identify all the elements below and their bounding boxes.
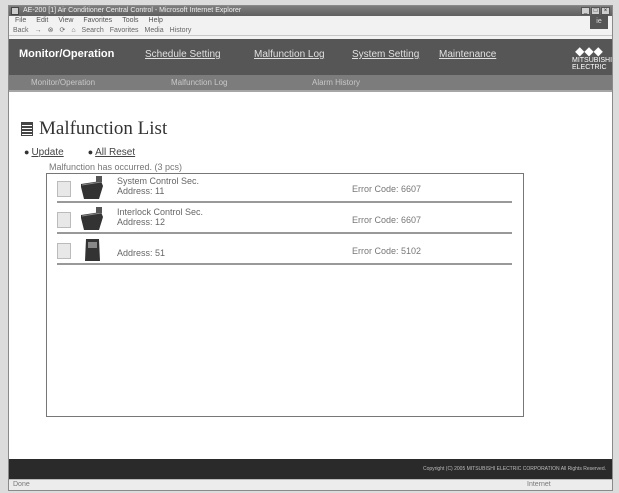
unit-name: Interlock Control Sec. Address: 12 [117,207,204,227]
stop-button[interactable]: ⊗ [48,25,54,35]
remote-controller-icon [85,239,100,261]
malfunction-row[interactable]: System Control Sec. Address: 11 Error Cod… [57,174,512,203]
menu-tools[interactable]: Tools [122,16,138,25]
browser-icon [11,7,19,15]
search-button[interactable]: Search [82,25,104,35]
list-icon [21,122,33,136]
page-footer: Copyright (C) 2005 MITSUBISHI ELECTRIC C… [9,459,612,479]
copyright-text: Copyright (C) 2005 MITSUBISHI ELECTRIC C… [422,466,606,472]
error-code: Error Code: 6607 [352,184,422,194]
action-links: ● Update ● All Reset [24,147,135,158]
all-reset-link[interactable]: All Reset [95,147,135,158]
malfunction-row[interactable]: Address: 51 Error Code: 5102 [57,236,512,265]
indoor-unit-icon [81,207,103,230]
update-link[interactable]: Update [31,147,63,158]
subnav-item-alarm-history[interactable]: Alarm History [312,78,360,87]
minimize-button[interactable]: _ [581,7,590,15]
browser-logo-icon: ie [590,15,608,29]
status-text: Done [13,481,30,488]
error-code: Error Code: 6607 [352,215,422,225]
row-select-checkbox[interactable] [57,243,71,259]
malfunction-row[interactable]: Interlock Control Sec. Address: 12 Error … [57,205,512,234]
page-heading: Malfunction List [21,118,167,140]
nav-link-malfunction-log[interactable]: Malfunction Log [254,49,325,60]
favorites-button[interactable]: Favorites [110,25,139,35]
status-bar: Done Internet [9,479,612,490]
window-buttons: _ □ × [581,7,610,15]
menu-edit[interactable]: Edit [36,16,48,25]
media-button[interactable]: Media [145,25,164,35]
home-button[interactable]: ⌂ [71,25,75,35]
error-code: Error Code: 5102 [352,246,422,256]
logo-text: MITSUBISHI ELECTRIC [572,57,613,71]
malfunction-list[interactable]: System Control Sec. Address: 11 Error Cod… [46,173,524,417]
refresh-button[interactable]: ⟳ [59,25,65,35]
maximize-button[interactable]: □ [591,7,600,15]
menu-file[interactable]: File [15,16,26,25]
browser-toolbar: Back → ⊗ ⟳ ⌂ Search Favorites Media Hist… [9,15,612,36]
menu-favorites[interactable]: Favorites [83,16,112,25]
nav-link-system-setting[interactable]: System Setting [352,49,419,60]
unit-name: System Control Sec. Address: 11 [117,176,200,196]
page-title: Malfunction List [39,118,168,139]
row-select-checkbox[interactable] [57,181,71,197]
sub-navigation: Monitor/Operation Malfunction Log Alarm … [9,75,612,92]
unit-name: Address: 51 [117,248,166,258]
back-button[interactable]: Back [13,25,29,35]
malfunction-count-text: Malfunction has occurred. (3 pcs) [49,162,183,172]
subnav-item-malfunction-log[interactable]: Malfunction Log [171,78,227,87]
close-button[interactable]: × [601,7,610,15]
menu-view[interactable]: View [58,16,73,25]
history-button[interactable]: History [170,25,192,35]
forward-button[interactable]: → [35,25,42,35]
nav-link-maintenance[interactable]: Maintenance [439,49,496,60]
logo-diamonds-icon: ◆◆◆ [575,44,603,58]
top-navigation: Monitor/Operation Schedule Setting Malfu… [9,39,612,75]
update-bullet-icon: ● [24,147,30,157]
row-select-checkbox[interactable] [57,212,71,228]
menu-bar: File Edit View Favorites Tools Help [9,16,612,25]
menu-help[interactable]: Help [149,16,163,25]
brand-logo: ◆◆◆ MITSUBISHI ELECTRIC [572,44,613,71]
page-content: Monitor/Operation Schedule Setting Malfu… [9,39,612,459]
browser-window: AE-200 [1] Air Conditioner Central Contr… [8,5,613,491]
subnav-item-monitor[interactable]: Monitor/Operation [31,78,95,87]
title-bar: AE-200 [1] Air Conditioner Central Contr… [9,6,612,16]
indoor-unit-icon [81,176,103,199]
reset-bullet-icon: ● [87,147,94,157]
security-zone: Internet [527,481,551,488]
window-title: AE-200 [1] Air Conditioner Central Contr… [23,7,242,14]
nav-link-schedule-setting[interactable]: Schedule Setting [145,49,221,60]
nav-title[interactable]: Monitor/Operation [19,48,114,60]
